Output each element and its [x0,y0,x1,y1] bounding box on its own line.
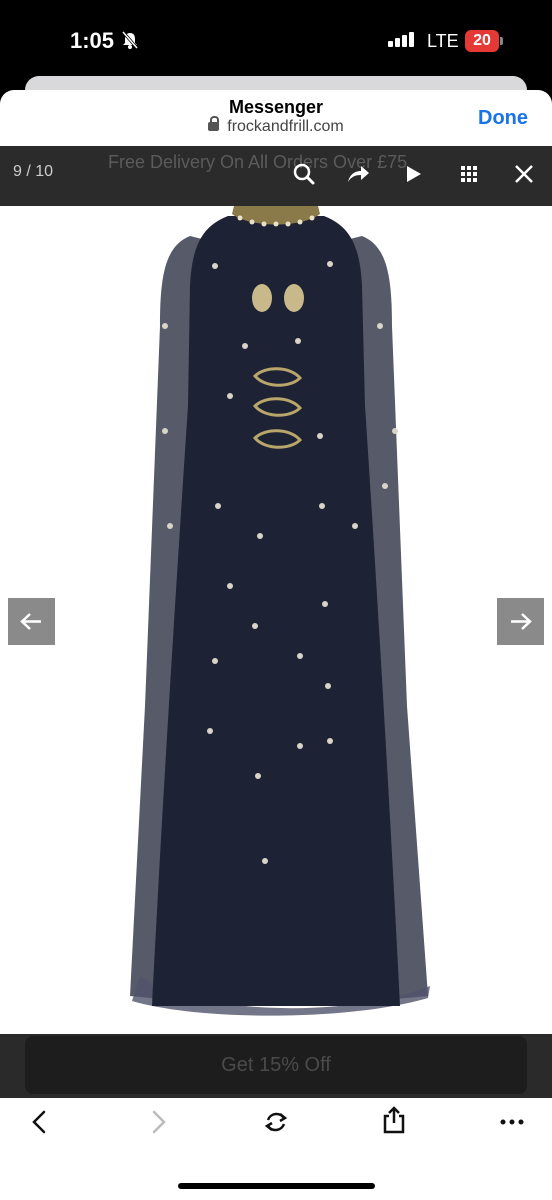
search-icon[interactable] [290,160,318,188]
domain-label: frockandfrill.com [227,118,344,135]
arrow-right-icon [511,613,532,630]
bell-muted-icon [121,31,139,49]
battery-icon: 20 [465,30,499,52]
more-icon[interactable] [498,1112,526,1132]
arrow-left-icon [20,613,41,630]
dress-image [130,206,430,1016]
image-counter: 9 / 10 [13,163,54,180]
play-icon[interactable] [399,160,427,188]
back-icon[interactable] [28,1108,52,1136]
forward-icon[interactable] [146,1108,170,1136]
close-icon[interactable] [510,160,538,188]
product-image [0,206,552,1034]
status-time: 1:05 [70,28,115,53]
home-indicator [178,1183,375,1189]
next-image-button[interactable] [497,598,544,645]
browser-app-title: Messenger [228,97,324,117]
discount-button[interactable]: Get 15% Off [25,1036,527,1094]
share-icon[interactable] [344,160,372,188]
signal-icon [388,32,416,52]
reload-icon[interactable] [262,1108,290,1136]
network-label: LTE [427,31,459,51]
share-page-icon[interactable] [380,1104,408,1136]
battery-cap [500,37,503,45]
previous-image-button[interactable] [8,598,55,645]
lock-icon [208,116,220,131]
grid-icon[interactable] [455,160,483,188]
url-bar[interactable]: frockandfrill.com [0,116,552,136]
done-button[interactable]: Done [478,107,528,130]
